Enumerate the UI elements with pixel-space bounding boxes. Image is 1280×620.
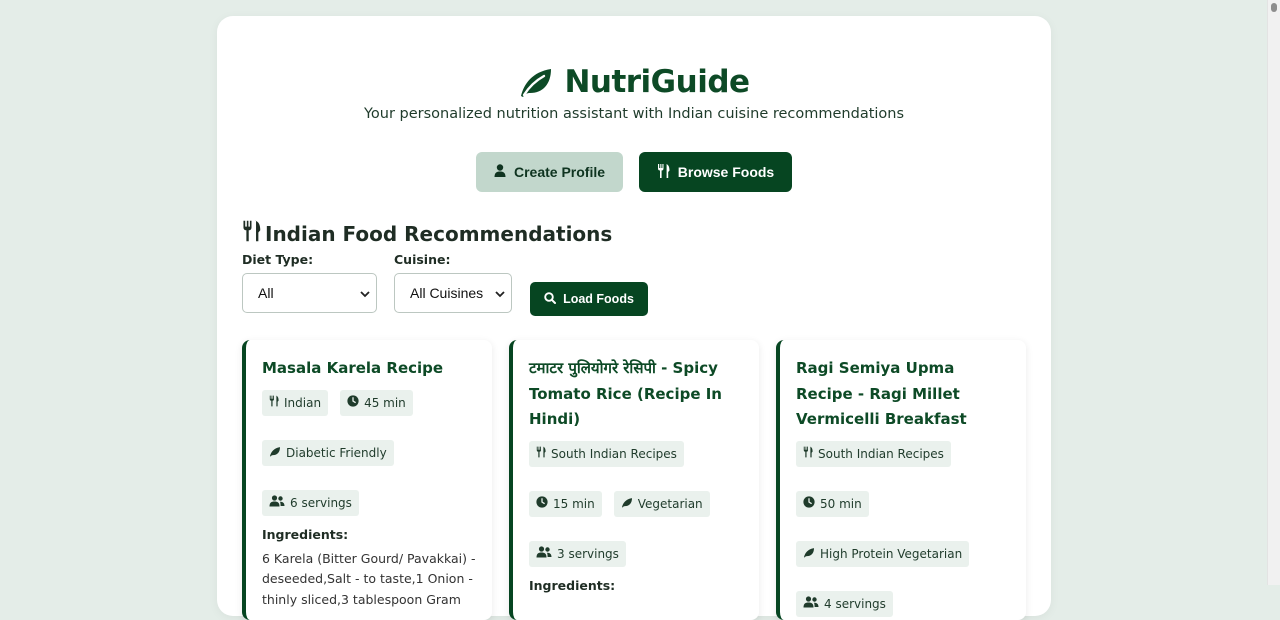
food-title: Ragi Semiya Upma Recipe - Ragi Millet Ve…: [796, 359, 967, 428]
clock-icon: [536, 496, 548, 511]
food-grid: Masala Karela Recipe Indian 45 min Diabe…: [242, 340, 1026, 620]
servings-tag: 6 servings: [262, 489, 359, 516]
food-tags: Indian 45 min Diabetic Friendly 6 servin…: [262, 389, 476, 516]
food-card[interactable]: टमाटर पुलियोगरे रेसिपी - Spicy Tomato Ri…: [509, 340, 759, 620]
servings-tag: 3 servings: [529, 540, 626, 567]
ingredients-label: Ingredients:: [262, 526, 349, 542]
diet-tag-label: High Protein Vegetarian: [820, 546, 963, 561]
leaf-icon: [269, 446, 281, 460]
load-foods-label: Load Foods: [563, 292, 634, 306]
leaf-icon: [803, 547, 815, 561]
nav-buttons: Create Profile Browse Foods: [217, 152, 1051, 192]
time-tag: 45 min: [340, 389, 413, 416]
utensils-icon: [536, 446, 546, 461]
page-scrollbar[interactable]: [1267, 0, 1280, 585]
leaf-icon: [621, 497, 633, 511]
cuisine-tag: South Indian Recipes: [529, 440, 684, 467]
user-icon: [494, 164, 506, 180]
diet-type-select[interactable]: All: [242, 273, 377, 313]
brand-header: NutriGuide: [217, 64, 1051, 100]
brand-title: NutriGuide: [564, 64, 750, 100]
diet-tag: Diabetic Friendly: [262, 439, 394, 466]
time-tag-label: 15 min: [553, 496, 595, 511]
time-tag: 15 min: [529, 490, 602, 517]
diet-tag: Vegetarian: [613, 490, 710, 517]
browse-foods-label: Browse Foods: [677, 164, 775, 180]
food-tags: South Indian Recipes 15 min Vegetarian 3…: [529, 440, 743, 567]
clock-icon: [347, 395, 359, 410]
cuisine-tag-label: South Indian Recipes: [551, 446, 677, 461]
cuisine-tag: South Indian Recipes: [796, 440, 951, 467]
utensils-icon: [657, 163, 670, 181]
utensils-icon: [269, 395, 279, 410]
section-title: Indian Food Recommendations: [242, 220, 612, 247]
utensils-icon: [242, 220, 261, 247]
cuisine-label: Cuisine:: [394, 252, 451, 267]
leaf-icon: [518, 66, 554, 98]
time-tag: 50 min: [796, 490, 869, 517]
cuisine-tag: Indian: [262, 389, 329, 416]
cuisine-value: All Cuisines: [410, 285, 484, 301]
diet-tag-label: Diabetic Friendly: [286, 445, 387, 460]
search-icon: [544, 291, 557, 307]
servings-tag-label: 4 servings: [824, 596, 886, 611]
servings-tag: 4 servings: [796, 590, 893, 617]
chevron-down-icon: [495, 285, 505, 301]
tagline: Your personalized nutrition assistant wi…: [363, 106, 905, 122]
cuisine-filter: Cuisine: All Cuisines: [394, 252, 512, 313]
cuisine-tag-label: Indian: [284, 395, 322, 410]
diet-filter: Diet Type: All: [242, 252, 377, 313]
servings-tag-label: 3 servings: [557, 546, 619, 561]
browse-foods-button[interactable]: Browse Foods: [639, 152, 792, 192]
filter-bar: Diet Type: All Cuisine: All Cuisines Loa…: [242, 252, 648, 316]
utensils-icon: [803, 446, 813, 461]
ingredients-label: Ingredients:: [529, 577, 616, 593]
cuisine-select[interactable]: All Cuisines: [394, 273, 512, 313]
scrollbar-thumb[interactable]: [1271, 3, 1277, 12]
users-icon: [269, 495, 285, 510]
diet-type-label: Diet Type:: [242, 252, 314, 267]
food-card[interactable]: Masala Karela Recipe Indian 45 min Diabe…: [242, 340, 492, 620]
food-tags: South Indian Recipes 50 min High Protein…: [796, 440, 1010, 617]
load-foods-button[interactable]: Load Foods: [530, 282, 648, 316]
cuisine-tag-label: South Indian Recipes: [818, 446, 944, 461]
time-tag-label: 45 min: [364, 395, 406, 410]
servings-tag-label: 6 servings: [290, 495, 352, 510]
create-profile-label: Create Profile: [513, 164, 606, 180]
users-icon: [803, 596, 819, 611]
clock-icon: [803, 496, 815, 511]
food-title: टमाटर पुलियोगरे रेसिपी - Spicy Tomato Ri…: [529, 359, 722, 428]
ingredients-text: 6 Karela (Bitter Gourd/ Pavakkai) - dese…: [262, 550, 476, 607]
main-card: NutriGuide Your personalized nutrition a…: [217, 16, 1051, 620]
diet-tag-label: Vegetarian: [637, 496, 703, 511]
diet-tag: High Protein Vegetarian: [796, 540, 970, 567]
time-tag-label: 50 min: [820, 496, 862, 511]
users-icon: [536, 546, 552, 561]
diet-type-value: All: [258, 285, 274, 301]
chevron-down-icon: [360, 285, 370, 301]
food-card[interactable]: Ragi Semiya Upma Recipe - Ragi Millet Ve…: [776, 340, 1026, 620]
section-title-text: Indian Food Recommendations: [265, 221, 613, 246]
create-profile-button[interactable]: Create Profile: [476, 152, 623, 192]
food-title: Masala Karela Recipe: [262, 359, 444, 377]
